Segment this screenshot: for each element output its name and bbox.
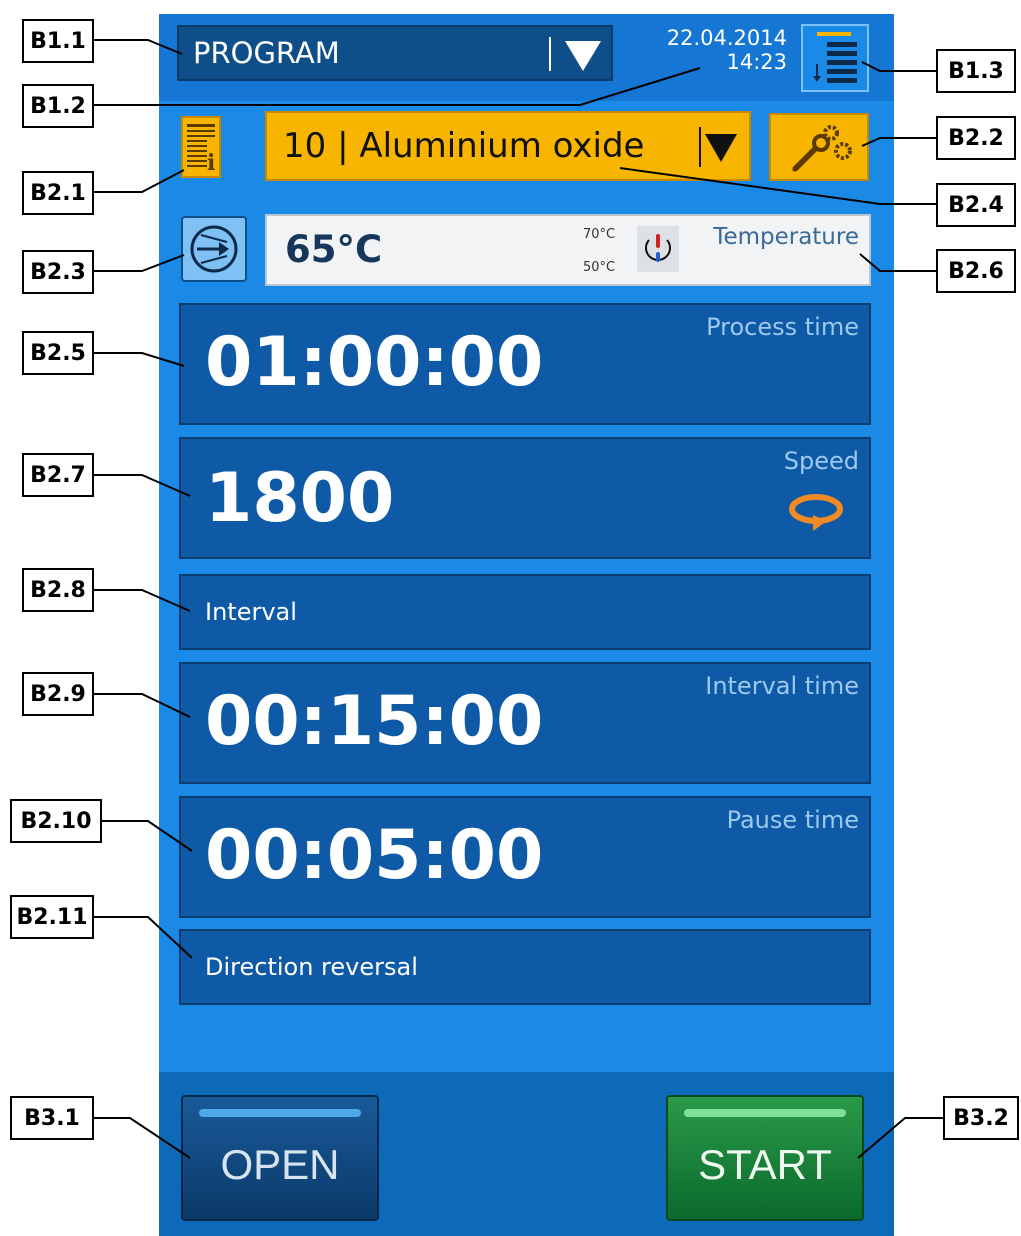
- info-button[interactable]: i: [181, 116, 221, 178]
- interval-time-panel[interactable]: Interval time 00:15:00: [179, 662, 871, 784]
- temperature-value: 65°C: [285, 228, 383, 271]
- open-button-highlight: [199, 1109, 361, 1117]
- speed-title: Speed: [783, 447, 859, 475]
- callout-b2-9: B2.9: [22, 672, 94, 716]
- material-dropdown[interactable]: 10 | Aluminium oxide: [265, 111, 751, 181]
- temperature-label: Temperature: [713, 224, 859, 250]
- program-dropdown-label: PROGRAM: [193, 36, 340, 70]
- callout-b2-2: B2.2: [936, 116, 1016, 160]
- callout-b1-2: B1.2: [22, 84, 94, 128]
- callout-b3-2: B3.2: [943, 1096, 1019, 1140]
- dropdown-separator: [549, 37, 551, 71]
- program-list-button[interactable]: [801, 24, 869, 92]
- thermostat-icon: [637, 226, 679, 272]
- open-button[interactable]: OPEN: [181, 1095, 379, 1221]
- pump-icon: [190, 225, 238, 273]
- pause-time-panel[interactable]: Pause time 00:05:00: [179, 796, 871, 918]
- process-time-title: Process time: [706, 313, 859, 341]
- program-dropdown[interactable]: PROGRAM: [177, 25, 613, 81]
- callout-b2-10: B2.10: [10, 799, 102, 843]
- temperature-upper-limit: 70°C: [583, 227, 616, 242]
- direction-reversal-panel[interactable]: Direction reversal: [179, 929, 871, 1005]
- dropdown-arrow-icon: [565, 41, 601, 71]
- direction-reversal-label: Direction reversal: [205, 953, 418, 981]
- start-button-highlight: [684, 1109, 846, 1117]
- temperature-lower-limit: 50°C: [583, 260, 616, 275]
- callout-b3-1: B3.1: [10, 1096, 94, 1140]
- date-time: 22.04.2014 14:23: [623, 26, 787, 74]
- start-button-label: START: [698, 1141, 832, 1188]
- material-label: 10 | Aluminium oxide: [283, 126, 645, 166]
- process-time-value: 01:00:00: [205, 323, 544, 402]
- pause-time-title: Pause time: [726, 806, 859, 834]
- pump-button[interactable]: [181, 216, 247, 282]
- callout-b2-1: B2.1: [22, 171, 94, 215]
- callout-b1-1: B1.1: [22, 19, 94, 63]
- time-text: 14:23: [726, 50, 787, 74]
- interval-label: Interval: [205, 598, 297, 626]
- material-arrow-icon: [705, 134, 737, 162]
- svg-text:i: i: [207, 150, 215, 176]
- callout-b2-11: B2.11: [10, 895, 94, 939]
- callout-b1-3: B1.3: [936, 49, 1016, 93]
- callout-b2-3: B2.3: [22, 250, 94, 294]
- material-separator: [699, 127, 701, 167]
- list-download-icon: [813, 32, 857, 83]
- callout-b2-4: B2.4: [936, 183, 1016, 227]
- speed-value: 1800: [205, 459, 395, 538]
- pause-time-value: 00:05:00: [205, 816, 544, 895]
- speed-panel[interactable]: Speed 1800: [179, 437, 871, 559]
- temperature-display[interactable]: 65°C 70°C 50°C Temperature: [265, 214, 871, 286]
- interval-time-value: 00:15:00: [205, 682, 544, 761]
- start-button[interactable]: START: [666, 1095, 864, 1221]
- date-text: 22.04.2014: [666, 26, 787, 50]
- callout-b2-5: B2.5: [22, 331, 94, 375]
- settings-tools-icon: [792, 125, 852, 172]
- info-document-icon: i: [187, 124, 215, 176]
- open-button-label: OPEN: [220, 1141, 340, 1188]
- device-screen: PROGRAM 22.04.2014 14:23 i 10 | Aluminiu…: [159, 14, 894, 1236]
- callout-b2-6: B2.6: [936, 249, 1016, 293]
- process-time-panel[interactable]: Process time 01:00:00: [179, 303, 871, 425]
- callout-b2-7: B2.7: [22, 453, 94, 497]
- rotation-icon: [789, 494, 843, 531]
- settings-button[interactable]: [769, 113, 869, 181]
- interval-time-title: Interval time: [705, 672, 859, 700]
- interval-panel[interactable]: Interval: [179, 574, 871, 650]
- callout-b2-8: B2.8: [22, 568, 94, 612]
